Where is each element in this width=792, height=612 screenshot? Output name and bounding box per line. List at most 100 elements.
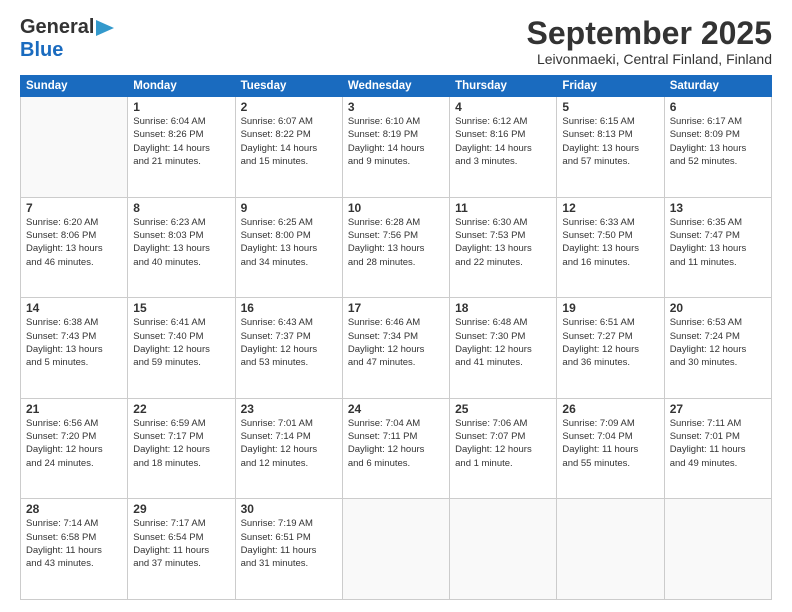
day-number: 22 xyxy=(133,402,229,416)
table-row: 2Sunrise: 6:07 AM Sunset: 8:22 PM Daylig… xyxy=(235,97,342,198)
day-detail: Sunrise: 6:38 AM Sunset: 7:43 PM Dayligh… xyxy=(26,316,122,369)
day-detail: Sunrise: 7:17 AM Sunset: 6:54 PM Dayligh… xyxy=(133,517,229,570)
col-tuesday: Tuesday xyxy=(235,76,342,97)
day-detail: Sunrise: 6:59 AM Sunset: 7:17 PM Dayligh… xyxy=(133,417,229,470)
day-detail: Sunrise: 7:19 AM Sunset: 6:51 PM Dayligh… xyxy=(241,517,337,570)
day-number: 17 xyxy=(348,301,444,315)
day-number: 30 xyxy=(241,502,337,516)
table-row xyxy=(450,499,557,600)
day-detail: Sunrise: 6:28 AM Sunset: 7:56 PM Dayligh… xyxy=(348,216,444,269)
day-detail: Sunrise: 6:20 AM Sunset: 8:06 PM Dayligh… xyxy=(26,216,122,269)
col-monday: Monday xyxy=(128,76,235,97)
day-number: 21 xyxy=(26,402,122,416)
day-detail: Sunrise: 6:12 AM Sunset: 8:16 PM Dayligh… xyxy=(455,115,551,168)
table-row: 30Sunrise: 7:19 AM Sunset: 6:51 PM Dayli… xyxy=(235,499,342,600)
logo-general: General xyxy=(20,16,94,39)
day-number: 26 xyxy=(562,402,658,416)
header: General Blue September 2025 Leivonmaeki,… xyxy=(20,16,772,67)
day-detail: Sunrise: 6:33 AM Sunset: 7:50 PM Dayligh… xyxy=(562,216,658,269)
day-number: 23 xyxy=(241,402,337,416)
day-detail: Sunrise: 6:56 AM Sunset: 7:20 PM Dayligh… xyxy=(26,417,122,470)
table-row: 12Sunrise: 6:33 AM Sunset: 7:50 PM Dayli… xyxy=(557,197,664,298)
day-number: 4 xyxy=(455,100,551,114)
table-row: 8Sunrise: 6:23 AM Sunset: 8:03 PM Daylig… xyxy=(128,197,235,298)
day-detail: Sunrise: 6:17 AM Sunset: 8:09 PM Dayligh… xyxy=(670,115,766,168)
table-row: 17Sunrise: 6:46 AM Sunset: 7:34 PM Dayli… xyxy=(342,298,449,399)
day-number: 5 xyxy=(562,100,658,114)
calendar-table: Sunday Monday Tuesday Wednesday Thursday… xyxy=(20,75,772,600)
day-detail: Sunrise: 6:25 AM Sunset: 8:00 PM Dayligh… xyxy=(241,216,337,269)
day-detail: Sunrise: 6:35 AM Sunset: 7:47 PM Dayligh… xyxy=(670,216,766,269)
day-detail: Sunrise: 7:04 AM Sunset: 7:11 PM Dayligh… xyxy=(348,417,444,470)
day-detail: Sunrise: 6:07 AM Sunset: 8:22 PM Dayligh… xyxy=(241,115,337,168)
day-detail: Sunrise: 6:48 AM Sunset: 7:30 PM Dayligh… xyxy=(455,316,551,369)
day-number: 7 xyxy=(26,201,122,215)
day-number: 10 xyxy=(348,201,444,215)
table-row: 23Sunrise: 7:01 AM Sunset: 7:14 PM Dayli… xyxy=(235,398,342,499)
day-number: 6 xyxy=(670,100,766,114)
table-row: 19Sunrise: 6:51 AM Sunset: 7:27 PM Dayli… xyxy=(557,298,664,399)
day-number: 9 xyxy=(241,201,337,215)
table-row: 4Sunrise: 6:12 AM Sunset: 8:16 PM Daylig… xyxy=(450,97,557,198)
table-row: 24Sunrise: 7:04 AM Sunset: 7:11 PM Dayli… xyxy=(342,398,449,499)
day-number: 16 xyxy=(241,301,337,315)
table-row: 27Sunrise: 7:11 AM Sunset: 7:01 PM Dayli… xyxy=(664,398,771,499)
title-block: September 2025 Leivonmaeki, Central Finl… xyxy=(527,16,772,67)
day-number: 28 xyxy=(26,502,122,516)
day-number: 13 xyxy=(670,201,766,215)
day-detail: Sunrise: 7:09 AM Sunset: 7:04 PM Dayligh… xyxy=(562,417,658,470)
table-row: 14Sunrise: 6:38 AM Sunset: 7:43 PM Dayli… xyxy=(21,298,128,399)
day-detail: Sunrise: 6:30 AM Sunset: 7:53 PM Dayligh… xyxy=(455,216,551,269)
table-row: 13Sunrise: 6:35 AM Sunset: 7:47 PM Dayli… xyxy=(664,197,771,298)
calendar-header-row: Sunday Monday Tuesday Wednesday Thursday… xyxy=(21,76,772,97)
day-detail: Sunrise: 7:06 AM Sunset: 7:07 PM Dayligh… xyxy=(455,417,551,470)
day-number: 29 xyxy=(133,502,229,516)
day-number: 11 xyxy=(455,201,551,215)
table-row: 11Sunrise: 6:30 AM Sunset: 7:53 PM Dayli… xyxy=(450,197,557,298)
table-row: 15Sunrise: 6:41 AM Sunset: 7:40 PM Dayli… xyxy=(128,298,235,399)
table-row: 16Sunrise: 6:43 AM Sunset: 7:37 PM Dayli… xyxy=(235,298,342,399)
table-row: 3Sunrise: 6:10 AM Sunset: 8:19 PM Daylig… xyxy=(342,97,449,198)
day-detail: Sunrise: 6:04 AM Sunset: 8:26 PM Dayligh… xyxy=(133,115,229,168)
col-thursday: Thursday xyxy=(450,76,557,97)
day-detail: Sunrise: 6:23 AM Sunset: 8:03 PM Dayligh… xyxy=(133,216,229,269)
page: General Blue September 2025 Leivonmaeki,… xyxy=(0,0,792,612)
day-detail: Sunrise: 6:15 AM Sunset: 8:13 PM Dayligh… xyxy=(562,115,658,168)
day-number: 24 xyxy=(348,402,444,416)
table-row: 18Sunrise: 6:48 AM Sunset: 7:30 PM Dayli… xyxy=(450,298,557,399)
day-detail: Sunrise: 6:53 AM Sunset: 7:24 PM Dayligh… xyxy=(670,316,766,369)
day-number: 25 xyxy=(455,402,551,416)
day-number: 12 xyxy=(562,201,658,215)
table-row: 28Sunrise: 7:14 AM Sunset: 6:58 PM Dayli… xyxy=(21,499,128,600)
day-detail: Sunrise: 7:11 AM Sunset: 7:01 PM Dayligh… xyxy=(670,417,766,470)
day-number: 27 xyxy=(670,402,766,416)
table-row xyxy=(21,97,128,198)
table-row: 25Sunrise: 7:06 AM Sunset: 7:07 PM Dayli… xyxy=(450,398,557,499)
day-detail: Sunrise: 6:43 AM Sunset: 7:37 PM Dayligh… xyxy=(241,316,337,369)
day-number: 1 xyxy=(133,100,229,114)
table-row: 5Sunrise: 6:15 AM Sunset: 8:13 PM Daylig… xyxy=(557,97,664,198)
table-row: 21Sunrise: 6:56 AM Sunset: 7:20 PM Dayli… xyxy=(21,398,128,499)
table-row: 22Sunrise: 6:59 AM Sunset: 7:17 PM Dayli… xyxy=(128,398,235,499)
table-row: 6Sunrise: 6:17 AM Sunset: 8:09 PM Daylig… xyxy=(664,97,771,198)
col-wednesday: Wednesday xyxy=(342,76,449,97)
table-row: 1Sunrise: 6:04 AM Sunset: 8:26 PM Daylig… xyxy=(128,97,235,198)
col-saturday: Saturday xyxy=(664,76,771,97)
day-number: 3 xyxy=(348,100,444,114)
day-number: 2 xyxy=(241,100,337,114)
day-number: 19 xyxy=(562,301,658,315)
day-number: 20 xyxy=(670,301,766,315)
table-row: 10Sunrise: 6:28 AM Sunset: 7:56 PM Dayli… xyxy=(342,197,449,298)
day-detail: Sunrise: 7:14 AM Sunset: 6:58 PM Dayligh… xyxy=(26,517,122,570)
day-detail: Sunrise: 7:01 AM Sunset: 7:14 PM Dayligh… xyxy=(241,417,337,470)
day-number: 18 xyxy=(455,301,551,315)
month-title: September 2025 xyxy=(527,16,772,51)
table-row: 29Sunrise: 7:17 AM Sunset: 6:54 PM Dayli… xyxy=(128,499,235,600)
day-detail: Sunrise: 6:46 AM Sunset: 7:34 PM Dayligh… xyxy=(348,316,444,369)
day-number: 15 xyxy=(133,301,229,315)
day-number: 14 xyxy=(26,301,122,315)
day-number: 8 xyxy=(133,201,229,215)
table-row: 9Sunrise: 6:25 AM Sunset: 8:00 PM Daylig… xyxy=(235,197,342,298)
col-friday: Friday xyxy=(557,76,664,97)
day-detail: Sunrise: 6:10 AM Sunset: 8:19 PM Dayligh… xyxy=(348,115,444,168)
